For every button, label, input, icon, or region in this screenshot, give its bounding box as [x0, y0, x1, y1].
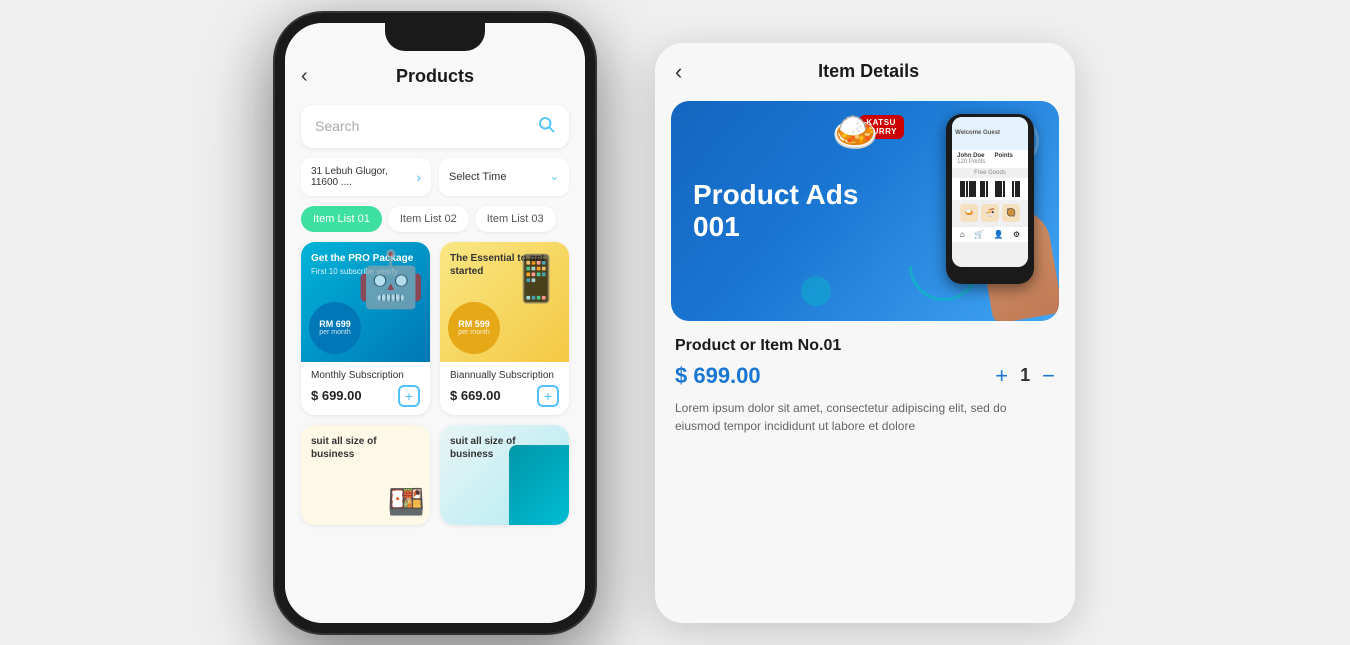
card-banner-1: Get the PRO Package First 10 subscribe y…	[301, 242, 430, 362]
card-name-2: Biannually Subscription	[450, 370, 559, 381]
phone-volume-down-button	[275, 163, 276, 203]
inner-free-goods: Free Goods	[952, 168, 1028, 178]
page-title: Products	[396, 66, 474, 87]
product-card-2[interactable]: The Essential to get started RM 599 per …	[440, 242, 569, 415]
price-row-2: $ 669.00 +	[450, 385, 559, 407]
item-details-back-button[interactable]: ‹	[675, 59, 682, 85]
teal-decoration	[509, 445, 569, 525]
phone-volume-up-button	[275, 113, 276, 153]
quantity-controls: + 1 −	[995, 363, 1055, 389]
card-body-1: Monthly Subscription $ 699.00 +	[301, 362, 430, 415]
price-row-1: $ 699.00 +	[311, 385, 420, 407]
products-grid: Get the PRO Package First 10 subscribe y…	[301, 242, 569, 525]
home-nav-icon: ⌂	[960, 230, 965, 239]
location-row: 31 Lebuh Glugor, 11600 .... › Select Tim…	[301, 158, 569, 196]
inner-barcode-section	[952, 178, 1028, 200]
inner-product-items: 🍛 🍜 🥘	[952, 200, 1028, 226]
card-price-1: $ 699.00	[311, 388, 362, 403]
search-bar[interactable]: Search	[301, 105, 569, 148]
price-circle-2: RM 599 per month	[448, 302, 500, 354]
item-name: Product or Item No.01	[675, 337, 1055, 355]
qty-plus-button[interactable]: +	[995, 363, 1008, 389]
products-screen: ‹ Products Search 31 Lebuh Glugor, 11600…	[285, 23, 585, 623]
inner-screen-top: Welcome Guest	[952, 117, 1028, 150]
inner-name-row: John Doe Points 120 Points	[952, 150, 1028, 168]
food-decoration-icon: 🍱	[388, 485, 425, 520]
item-details-title: Item Details	[682, 61, 1055, 82]
card-banner-3: suit all size of business 🍱	[301, 425, 430, 525]
search-icon	[537, 115, 555, 138]
card-body-2: Biannually Subscription $ 669.00 +	[440, 362, 569, 415]
item-price-row: $ 699.00 + 1 −	[675, 363, 1055, 389]
user-nav-icon: 👤	[994, 230, 1004, 239]
card-banner-2: The Essential to get started RM 599 per …	[440, 242, 569, 362]
ad-title: Product Ads	[693, 178, 858, 210]
food-image-icon: 🍛	[832, 111, 879, 155]
inner-bottom-nav: ⌂ 🛒 👤 ⚙	[952, 226, 1028, 242]
search-input[interactable]: Search	[315, 118, 537, 134]
back-button[interactable]: ‹	[301, 65, 308, 88]
ad-number: 001	[693, 211, 858, 243]
item-details-header: ‹ Item Details	[655, 43, 1075, 101]
inner-phone: Welcome Guest John Doe Points 120 Points…	[946, 114, 1034, 284]
robot-decoration-icon: 🤖	[357, 247, 425, 312]
phone-decoration-icon: 📱	[508, 252, 564, 305]
deco-circle-2	[801, 276, 831, 306]
product-card-1[interactable]: Get the PRO Package First 10 subscribe y…	[301, 242, 430, 415]
tabs-row: Item List 01 Item List 02 Item List 03	[301, 206, 569, 232]
location-chevron-icon: ›	[416, 169, 421, 185]
card-name-1: Monthly Subscription	[311, 370, 420, 381]
card-price-2: $ 669.00	[450, 388, 501, 403]
product-ads-banner: KATSUCURRY 🍛 Product Ads 001 Welcome Gue…	[671, 101, 1059, 321]
time-text: Select Time	[449, 171, 506, 183]
phone-1: ‹ Products Search 31 Lebuh Glugor, 11600…	[275, 13, 595, 633]
item-details-screen: ‹ Item Details KATSUCURRY 🍛 Product Ads …	[655, 43, 1075, 623]
add-button-1[interactable]: +	[398, 385, 420, 407]
inner-points-text: 120 Points	[957, 159, 1023, 165]
add-button-2[interactable]: +	[537, 385, 559, 407]
product-card-3[interactable]: suit all size of business 🍱	[301, 425, 430, 525]
settings-nav-icon: ⚙	[1013, 230, 1020, 239]
banner-title-3: suit all size of business	[311, 435, 420, 461]
location-selector[interactable]: 31 Lebuh Glugor, 11600 .... ›	[301, 158, 431, 196]
item-info-section: Product or Item No.01 $ 699.00 + 1 − Lor…	[655, 321, 1075, 451]
location-text: 31 Lebuh Glugor, 11600 ....	[311, 166, 416, 188]
barcode-icon	[960, 181, 1020, 197]
tab-item-list-02[interactable]: Item List 02	[388, 206, 469, 232]
qty-minus-button[interactable]: −	[1042, 363, 1055, 389]
time-selector[interactable]: Select Time ⌄	[439, 158, 569, 196]
price-circle-1: RM 699 per month	[309, 302, 361, 354]
tab-item-list-03[interactable]: Item List 03	[475, 206, 556, 232]
card-banner-4: suit all size of business	[440, 425, 569, 525]
inner-phone-screen: Welcome Guest John Doe Points 120 Points…	[952, 117, 1028, 267]
cart-nav-icon: 🛒	[974, 230, 984, 239]
item-description: Lorem ipsum dolor sit amet, consectetur …	[675, 399, 1055, 435]
item-price: $ 699.00	[675, 363, 761, 389]
product-ads-text: Product Ads 001	[693, 178, 858, 242]
mini-phone-mockup: Welcome Guest John Doe Points 120 Points…	[939, 109, 1049, 309]
quantity-display: 1	[1020, 365, 1030, 386]
time-chevron-icon: ⌄	[550, 170, 559, 183]
products-header: ‹ Products	[285, 58, 585, 95]
product-card-4[interactable]: suit all size of business	[440, 425, 569, 525]
phone-2-wrapper: ‹ Item Details KATSUCURRY 🍛 Product Ads …	[655, 43, 1075, 623]
tab-item-list-01[interactable]: Item List 01	[301, 206, 382, 232]
inner-welcome-text: Welcome Guest	[955, 130, 1000, 136]
